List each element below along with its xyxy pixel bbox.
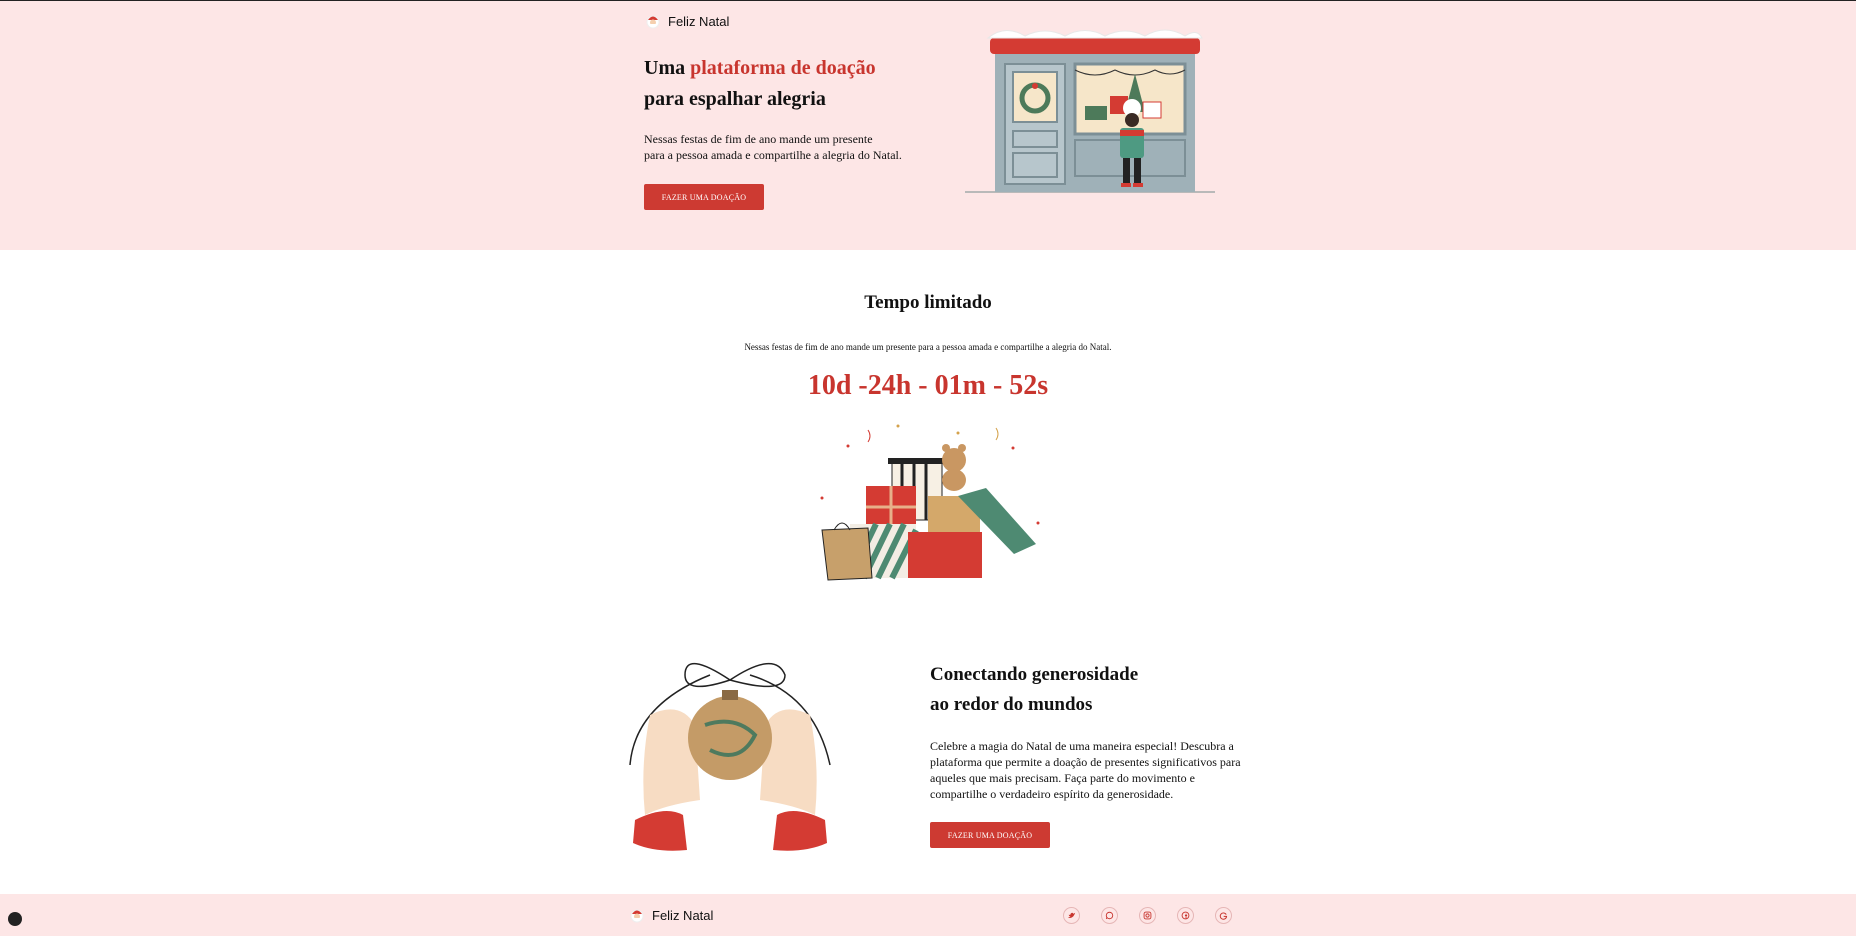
- santa-icon: [646, 15, 660, 29]
- hero-description: Nessas festas de fim de ano mande um pre…: [644, 131, 944, 163]
- twitter-link[interactable]: [1063, 907, 1080, 924]
- hero-text-line1: Nessas festas de fim de ano mande um pre…: [644, 132, 873, 146]
- brand-logo[interactable]: Feliz Natal: [645, 13, 729, 29]
- christmas-shop-illustration: [965, 29, 1215, 193]
- twitter-icon: [1067, 912, 1076, 919]
- hero-section: Feliz Natal Uma plataforma de doação par…: [0, 1, 1856, 250]
- hero-donate-button[interactable]: FAZER UMA DOAÇÃO: [644, 184, 764, 210]
- footer: [0, 894, 1856, 936]
- footer-brand[interactable]: Feliz Natal: [629, 907, 713, 923]
- hero-title-part1: Uma: [644, 57, 691, 79]
- limited-title: Tempo limitado: [864, 292, 992, 313]
- facebook-icon: [1181, 911, 1190, 920]
- connect-description: Celebre a magia do Natal de uma maneira …: [930, 739, 1241, 801]
- connect-donate-button[interactable]: FAZER UMA DOAÇÃO: [930, 822, 1050, 848]
- countdown-timer: 10d -24h - 01m - 52s: [807, 370, 1049, 401]
- google-icon: [1219, 912, 1228, 920]
- whatsapp-icon: [1105, 911, 1114, 920]
- whatsapp-link[interactable]: [1101, 907, 1118, 924]
- floating-widget-icon[interactable]: [8, 912, 22, 926]
- hero-text-line2: para a pessoa amada e compartilhe a aleg…: [644, 148, 902, 162]
- footer-brand-name: Feliz Natal: [652, 907, 714, 923]
- hero-title-accent: plataforma de doação: [690, 57, 876, 79]
- facebook-link[interactable]: [1177, 907, 1194, 924]
- ornament-hands-illustration: [629, 662, 831, 851]
- instagram-link[interactable]: [1139, 907, 1156, 924]
- brand-name: Feliz Natal: [668, 13, 730, 29]
- santa-icon: [630, 909, 644, 923]
- connect-title-line1: Conectando generosidade: [930, 664, 1139, 685]
- connect-title: Conectando generosidade ao redor do mund…: [930, 660, 1138, 720]
- limited-subtitle: Nessas festas de fim de ano mande um pre…: [744, 342, 1112, 352]
- google-link[interactable]: [1215, 907, 1232, 924]
- hero-title: Uma plataforma de doação para espalhar a…: [644, 53, 876, 115]
- hero-title-line2: para espalhar alegria: [644, 88, 826, 110]
- connect-title-line2: ao redor do mundos: [930, 694, 1093, 715]
- gift-pile-illustration: [820, 424, 1040, 581]
- instagram-icon: [1143, 911, 1152, 920]
